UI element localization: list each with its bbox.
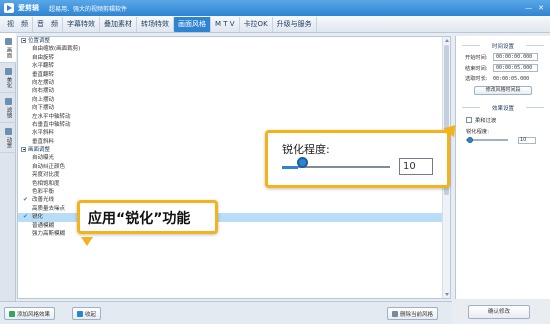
end-time-input[interactable]: 00:00:05.000 bbox=[493, 64, 538, 72]
app-name: 爱剪辑 bbox=[18, 4, 39, 12]
tab-beautify[interactable]: 美化 bbox=[0, 63, 16, 93]
left-tab-bar: 画面 美化 滤镜 动景 bbox=[0, 33, 16, 324]
menu-picture-style[interactable]: 画面风格 bbox=[174, 16, 211, 32]
tree-item[interactable]: 向上摆动 bbox=[18, 96, 450, 104]
tab-motion[interactable]: 动景 bbox=[0, 123, 16, 153]
tree-item[interactable]: 色彩平衡 bbox=[18, 188, 450, 196]
wand-icon bbox=[4, 67, 12, 75]
sharpen-value-input[interactable]: 10 bbox=[518, 136, 536, 144]
effect-settings-title: 效果设置 bbox=[456, 104, 550, 112]
menu-subtitle-effects[interactable]: 字幕特效 bbox=[63, 16, 100, 32]
tree-item[interactable]: 自由旋转 bbox=[18, 54, 450, 62]
motion-icon bbox=[4, 127, 12, 135]
tree-item[interactable]: 向右摆动 bbox=[18, 87, 450, 95]
tab-filter[interactable]: 滤镜 bbox=[0, 93, 16, 123]
checkmark-icon: ✔ bbox=[23, 196, 29, 204]
bottom-toolbar: 添加风格效果 收起 删除当前风格 bbox=[0, 301, 452, 324]
menu-audio[interactable]: 音 频 bbox=[33, 16, 63, 32]
sharpen-label: 锐化程度: bbox=[466, 129, 489, 135]
menu-upgrade-service[interactable]: 升级与服务 bbox=[273, 16, 317, 32]
callout-slider-thumb[interactable] bbox=[296, 157, 308, 168]
delete-style-button[interactable]: 删除当前风格 bbox=[387, 307, 439, 320]
sharpen-slider-small[interactable]: 10 bbox=[466, 136, 550, 144]
end-time-row: 结束时间: 00:00:05.000 bbox=[465, 64, 550, 72]
sharpen-track[interactable] bbox=[466, 136, 508, 143]
tree-item[interactable]: 右垂直中轴转动 bbox=[18, 121, 450, 129]
filter-icon bbox=[4, 97, 12, 105]
add-icon bbox=[9, 310, 15, 317]
app-slogan: 超易用、强大的视频剪辑软件 bbox=[49, 5, 128, 13]
confirm-modify-button[interactable]: 确认修改 bbox=[468, 305, 530, 319]
collapse-icon bbox=[77, 310, 83, 317]
tree-item[interactable]: 左水平中轴转动 bbox=[18, 113, 450, 121]
collapse-minus-icon[interactable] bbox=[21, 146, 26, 152]
start-time-input[interactable]: 00:00:00.000 bbox=[493, 53, 538, 61]
window-controls: — ✕ bbox=[525, 4, 544, 12]
modify-time-button[interactable]: 修改风格时间段 bbox=[474, 86, 532, 95]
collapse-minus-icon[interactable] bbox=[21, 37, 26, 43]
settings-panel: 时间设置 开始时间: 00:00:00.000 结束时间: 00:00:05.0… bbox=[455, 36, 550, 299]
title-bar: 爱剪辑 超易用、强大的视频剪辑软件 — ✕ bbox=[0, 0, 550, 16]
trash-icon bbox=[392, 310, 398, 317]
menu-video[interactable]: 视 频 bbox=[3, 16, 33, 32]
tab-picture[interactable]: 画面 bbox=[0, 33, 16, 63]
soft-transition-row[interactable]: 柔和过渡 bbox=[466, 116, 550, 124]
close-icon[interactable]: ✕ bbox=[538, 4, 544, 12]
duration-row: 选取时长: 00:00:05.000 bbox=[465, 75, 530, 83]
tree-item[interactable]: 向下摆动 bbox=[18, 104, 450, 112]
tree-group[interactable]: 位置调整 bbox=[18, 37, 450, 45]
apply-sharpen-text: 应用“锐化”功能 bbox=[88, 211, 191, 227]
callout-pointer-icon bbox=[81, 237, 93, 246]
time-settings-title: 时间设置 bbox=[456, 42, 550, 50]
minimize-icon[interactable]: — bbox=[525, 4, 532, 12]
duration-value: 00:00:05.000 bbox=[493, 75, 530, 82]
apply-sharpen-callout: 应用“锐化”功能 bbox=[77, 200, 218, 234]
tree-item[interactable]: 自由缩放(画面裁剪) bbox=[18, 45, 450, 53]
callout-sharpen-value[interactable]: 10 bbox=[399, 158, 433, 175]
menu-bar: 视 频 音 频 字幕特效 叠加素材 转场特效 画面风格 M T V 卡拉OK 升… bbox=[0, 16, 550, 33]
sharpen-callout: 锐化程度: 10 bbox=[265, 130, 450, 188]
add-style-button[interactable]: 添加风格效果 bbox=[4, 307, 56, 320]
app-logo-icon bbox=[4, 3, 14, 13]
callout-sharpen-slider[interactable] bbox=[282, 157, 394, 173]
sharpen-thumb[interactable] bbox=[467, 136, 474, 143]
collapse-button[interactable]: 收起 bbox=[72, 307, 102, 320]
menu-karaoke[interactable]: 卡拉OK bbox=[240, 16, 273, 32]
scroll-up-icon[interactable] bbox=[444, 39, 449, 42]
start-time-row: 开始时间: 00:00:00.000 bbox=[465, 53, 550, 61]
callout-sharpen-label: 锐化程度: bbox=[282, 143, 330, 156]
scroll-down-icon[interactable] bbox=[444, 293, 449, 296]
tree-item[interactable]: 向左摆动 bbox=[18, 79, 450, 87]
menu-transitions[interactable]: 转场特效 bbox=[137, 16, 174, 32]
checkmark-icon: ✔ bbox=[23, 213, 29, 221]
menu-overlay[interactable]: 叠加素材 bbox=[100, 16, 137, 32]
soft-transition-checkbox[interactable] bbox=[466, 117, 472, 123]
tree-item[interactable]: 水平翻转 bbox=[18, 62, 450, 70]
tree-item[interactable]: 垂直翻转 bbox=[18, 71, 450, 79]
menu-mtv[interactable]: M T V bbox=[211, 16, 240, 32]
picture-icon bbox=[4, 37, 12, 45]
